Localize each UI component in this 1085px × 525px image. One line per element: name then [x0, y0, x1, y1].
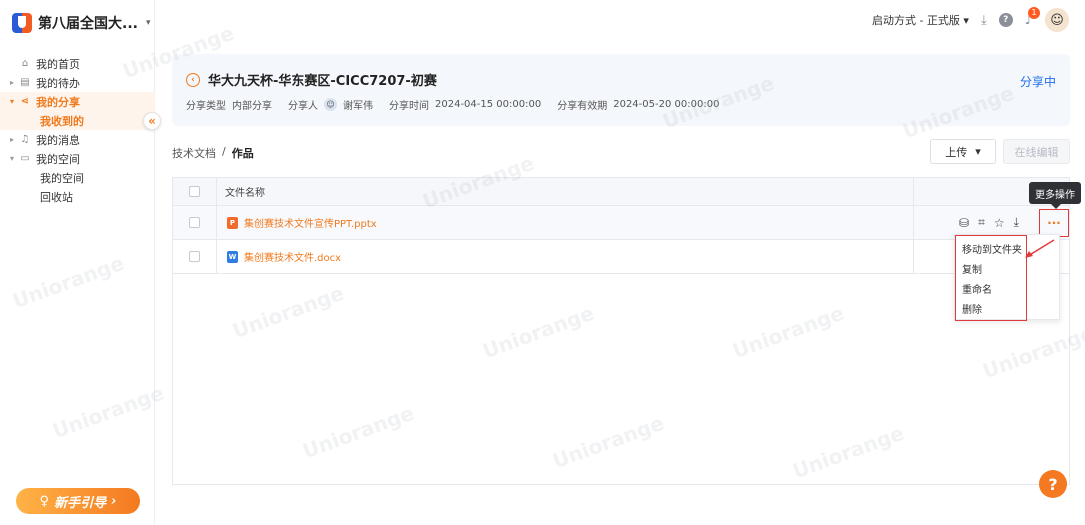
- sharer-label: 分享人: [288, 101, 318, 112]
- breadcrumb-current: 作品: [231, 147, 254, 160]
- breadcrumb-parent[interactable]: 技术文档: [172, 145, 216, 161]
- more-actions-tooltip: 更多操作: [1029, 182, 1081, 209]
- notification-bell-icon[interactable]: ♪ 1: [1025, 6, 1040, 28]
- valid-until-label: 分享有效期: [557, 101, 608, 112]
- share-icon: ⋖: [20, 96, 30, 107]
- chevron-down-icon: ▾: [963, 14, 969, 27]
- menu-item-move-to-folder[interactable]: 移动到文件夹: [956, 238, 1026, 258]
- valid-until-value: 2024-05-20 00:00:00: [613, 99, 720, 110]
- sidebar-item-label: 我的待办: [36, 76, 80, 90]
- sidebar-item-my-share[interactable]: ▾ ⋖ 我的分享: [0, 92, 155, 111]
- share-time-label: 分享时间: [389, 101, 429, 112]
- back-icon[interactable]: ‹: [186, 72, 200, 87]
- chevron-right-icon: ›: [111, 493, 117, 509]
- share-time-value: 2024-04-15 00:00:00: [435, 99, 542, 110]
- space-icon: ▭: [20, 153, 30, 164]
- sidebar-item-messages[interactable]: ▸ ♫ 我的消息: [0, 130, 155, 149]
- guide-label: 新手引导: [54, 495, 107, 511]
- menu-item-delete[interactable]: 删除: [956, 298, 1026, 318]
- share-icon[interactable]: ⛁: [959, 216, 969, 230]
- sidebar-item-home[interactable]: ⌂ 我的首页: [0, 54, 155, 73]
- row-checkbox[interactable]: [189, 217, 200, 228]
- menu-item-rename[interactable]: 重命名: [956, 278, 1026, 298]
- annotation-arrow-icon: [1025, 239, 1055, 258]
- expand-arrow-icon: ▸: [9, 78, 14, 87]
- lightbulb-icon: ♀: [39, 493, 50, 509]
- sidebar-item-label: 我的空间: [36, 152, 80, 166]
- sidebar-nav: ⌂ 我的首页 ▸ ▤ 我的待办 ▾ ⋖ 我的分享 我收到的 ▸ ♫ 我的消息 ▾…: [0, 54, 155, 206]
- launch-mode-label: 启动方式 - 正式版: [871, 14, 960, 27]
- share-type-value: 内部分享: [232, 101, 272, 112]
- sidebar-item-recycle-bin[interactable]: 回收站: [0, 187, 155, 206]
- word-file-icon: W: [227, 250, 238, 263]
- menu-item-copy[interactable]: 复制: [956, 258, 1026, 278]
- home-icon: ⌂: [21, 58, 29, 69]
- online-edit-button[interactable]: 在线编辑: [1003, 139, 1070, 164]
- sidebar-item-label: 我的首页: [36, 57, 80, 71]
- share-status-badge: 分享中: [1019, 75, 1056, 89]
- sidebar-item-received[interactable]: 我收到的: [0, 111, 155, 130]
- ppt-file-icon: P: [227, 216, 238, 229]
- select-all-checkbox[interactable]: [189, 186, 200, 197]
- launch-mode-select[interactable]: 启动方式 - 正式版 ▾: [872, 12, 969, 28]
- sidebar: 第八届全国大... ▾ ⌂ 我的首页 ▸ ▤ 我的待办 ▾ ⋖ 我的分享 我收到…: [0, 0, 155, 525]
- app-logo-icon: [12, 13, 32, 33]
- column-header-filename: 文件名称: [225, 188, 265, 199]
- sidebar-item-label: 我的消息: [36, 133, 80, 147]
- app-title: 第八届全国大...: [38, 16, 138, 32]
- breadcrumb-separator: /: [222, 145, 226, 158]
- sidebar-item-my-space[interactable]: ▾ ▭ 我的空间: [0, 149, 155, 168]
- help-fab-button[interactable]: ?: [1039, 470, 1067, 498]
- notification-badge: 1: [1028, 6, 1040, 19]
- sidebar-item-todo[interactable]: ▸ ▤ 我的待办: [0, 73, 155, 92]
- table-row[interactable]: W 集创赛技术文件.docx: [173, 240, 1069, 274]
- collapse-sidebar-icon[interactable]: «: [143, 112, 161, 130]
- row-checkbox[interactable]: [189, 251, 200, 262]
- menu-highlight-box: 移动到文件夹 复制 重命名 删除: [955, 235, 1027, 321]
- chevron-down-icon: ▾: [975, 145, 981, 158]
- sharer-avatar: ☺: [324, 98, 337, 111]
- file-name-link[interactable]: 集创赛技术文件宣传PPT.pptx: [244, 215, 377, 230]
- sharer-value: 谢军伟: [343, 101, 373, 112]
- table-row[interactable]: P 集创赛技术文件宣传PPT.pptx ⛁ ⌗ ☆ ⤓ ···: [173, 206, 1069, 240]
- breadcrumb: 技术文档 / 作品: [172, 145, 254, 161]
- share-type-label: 分享类型: [186, 101, 226, 112]
- upload-label: 上传: [945, 145, 968, 159]
- file-table: 文件名称 P 集创赛技术文件宣传PPT.pptx ⛁ ⌗ ☆ ⤓ ··· W 集…: [172, 177, 1070, 485]
- user-avatar[interactable]: ☺: [1045, 8, 1069, 32]
- file-name-link[interactable]: 集创赛技术文件.docx: [244, 249, 341, 264]
- todo-icon: ▤: [20, 77, 30, 88]
- table-header: 文件名称: [173, 178, 1069, 206]
- expand-arrow-icon: ▾: [9, 97, 14, 106]
- expand-arrow-icon: ▾: [9, 154, 14, 163]
- beginner-guide-button[interactable]: ♀ 新手引导 ›: [16, 488, 140, 514]
- expand-arrow-icon: ▸: [9, 135, 14, 144]
- chevron-down-icon: ▾: [145, 18, 151, 28]
- more-actions-button[interactable]: ···: [1039, 209, 1069, 237]
- top-bar: 启动方式 - 正式版 ▾ ⤓ ? ♪ 1 ☺: [155, 0, 1085, 40]
- download-client-icon[interactable]: ⤓: [981, 13, 987, 28]
- share-title: 华大九天杯-华东赛区-CICC7207-初赛: [208, 74, 437, 89]
- share-info-card: ‹ 华大九天杯-华东赛区-CICC7207-初赛 分享中 分享类型 内部分享 分…: [172, 54, 1070, 126]
- app-switcher[interactable]: 第八届全国大... ▾: [12, 11, 151, 35]
- help-icon[interactable]: ?: [998, 13, 1013, 27]
- sidebar-item-my-space-sub[interactable]: 我的空间: [0, 168, 155, 187]
- star-icon[interactable]: ☆: [994, 216, 1005, 230]
- bell-icon: ♫: [20, 134, 30, 145]
- sidebar-item-label: 我的分享: [36, 95, 80, 109]
- link-icon[interactable]: ⌗: [978, 215, 985, 230]
- download-icon[interactable]: ⤓: [1014, 215, 1019, 230]
- upload-button[interactable]: 上传 ▾: [930, 139, 996, 164]
